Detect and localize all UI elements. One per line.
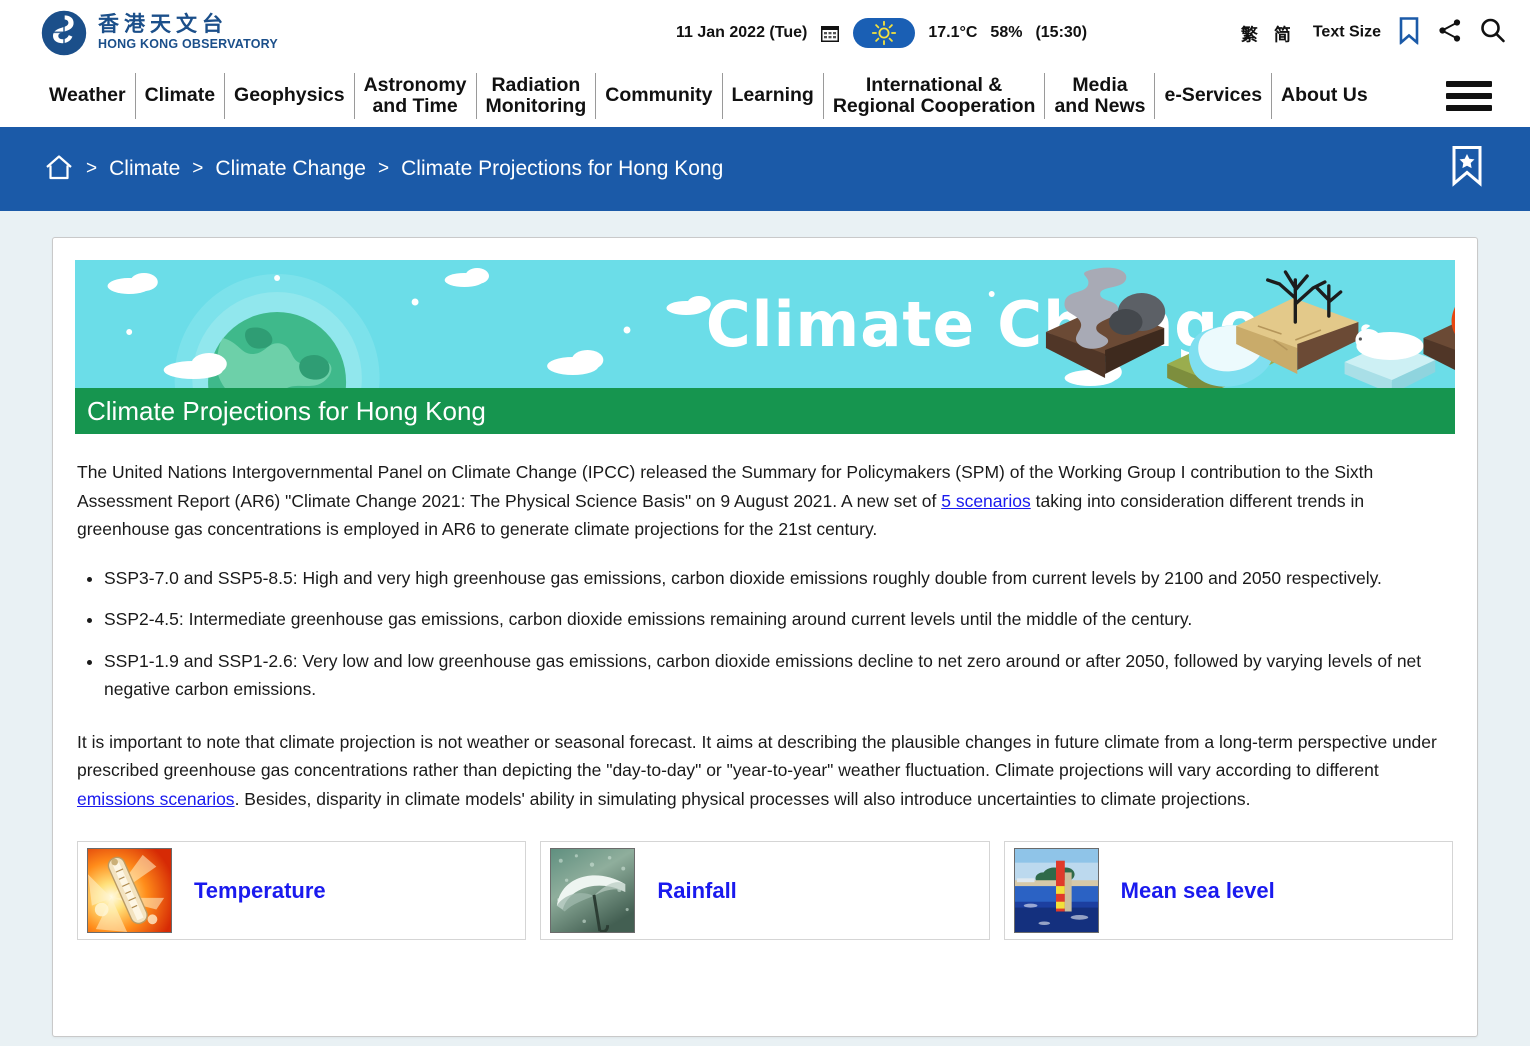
link-emissions-scenarios[interactable]: emissions scenarios xyxy=(77,789,235,809)
bookmark-icon[interactable] xyxy=(1397,16,1421,49)
climate-change-banner: Climate Change xyxy=(75,260,1455,388)
tile-rainfall[interactable]: Rainfall xyxy=(540,841,990,941)
tile-label-mean-sea-level: Mean sea level xyxy=(1120,877,1275,903)
share-icon[interactable] xyxy=(1437,17,1463,48)
link-5-scenarios[interactable]: 5 scenarios xyxy=(941,491,1031,511)
nav-item-radiation-monitoring[interactable]: Radiation Monitoring xyxy=(475,73,596,119)
tile-label-rainfall: Rainfall xyxy=(657,877,737,903)
tile-mean-sea-level[interactable]: Mean sea level xyxy=(1003,841,1453,941)
language-traditional-chinese[interactable]: 繁 xyxy=(1241,20,1258,45)
header-tools: 繁 简 Text Size xyxy=(1241,16,1506,49)
breadcrumb-item-climate[interactable]: Climate xyxy=(109,157,180,181)
breadcrumb: > Climate > Climate Change > Climate Pro… xyxy=(44,153,723,186)
svg-text:Climate Change: Climate Change xyxy=(706,289,1262,362)
language-simplified-chinese[interactable]: 简 xyxy=(1274,20,1291,45)
breadcrumb-item-current: Climate Projections for Hong Kong xyxy=(401,157,724,180)
tide-gauge-sea-thumbnail-icon xyxy=(1013,848,1099,934)
observation-time: (15:30) xyxy=(1035,23,1088,41)
nav-item-learning[interactable]: Learning xyxy=(721,73,823,119)
breadcrumb-bar: > Climate > Climate Change > Climate Pro… xyxy=(0,127,1530,211)
search-icon[interactable] xyxy=(1479,17,1506,49)
logo-english-name: HONG KONG OBSERVATORY xyxy=(98,37,278,52)
content-card: Climate Change Climate Projections for H… xyxy=(52,237,1478,1037)
nav-item-community[interactable]: Community xyxy=(595,73,721,119)
topic-tile-row: Temperature Rainfall Mean sea level xyxy=(77,841,1453,941)
hamburger-menu-icon[interactable] xyxy=(1446,75,1492,117)
list-item: SSP1-1.9 and SSP1-2.6: Very low and low … xyxy=(104,647,1453,704)
nav-item-media-and-news[interactable]: Media and News xyxy=(1044,73,1154,119)
note-text-part1: It is important to note that climate pro… xyxy=(77,731,1437,781)
intro-paragraph: The United Nations Intergovernmental Pan… xyxy=(77,458,1453,544)
tile-label-temperature: Temperature xyxy=(194,877,326,903)
current-temperature: 17.1°C xyxy=(928,23,978,41)
bookmark-star-icon[interactable] xyxy=(1450,146,1484,193)
hko-logo[interactable]: 香港天文台 HONG KONG OBSERVATORY xyxy=(40,9,278,57)
umbrella-rain-thumbnail-icon xyxy=(550,848,636,934)
tile-temperature[interactable]: Temperature xyxy=(77,841,527,941)
page-body: Climate Change Climate Projections for H… xyxy=(0,211,1530,1037)
page-title: Climate Projections for Hong Kong xyxy=(75,388,1455,434)
home-icon[interactable] xyxy=(44,153,74,186)
breadcrumb-item-climate-change[interactable]: Climate Change xyxy=(215,157,366,181)
breadcrumb-separator: > xyxy=(378,158,390,179)
nav-item-e-services[interactable]: e-Services xyxy=(1154,73,1271,119)
list-item: SSP3-7.0 and SSP5-8.5: High and very hig… xyxy=(104,564,1453,593)
scenario-list: SSP3-7.0 and SSP5-8.5: High and very hig… xyxy=(77,564,1453,704)
breadcrumb-separator: > xyxy=(86,158,98,179)
note-paragraph: It is important to note that climate pro… xyxy=(77,728,1453,814)
nav-item-list: Weather Climate Geophysics Astronomy and… xyxy=(40,73,1377,119)
current-date: 11 Jan 2022 (Tue) xyxy=(676,23,808,41)
site-header: 香港天文台 HONG KONG OBSERVATORY 11 Jan 2022 … xyxy=(0,0,1530,65)
sunny-icon xyxy=(872,20,897,45)
article-body: The United Nations Intergovernmental Pan… xyxy=(75,458,1455,941)
weather-condition-badge[interactable] xyxy=(853,17,916,48)
calendar-icon[interactable] xyxy=(820,23,840,43)
logo-chinese-name: 香港天文台 xyxy=(98,12,228,37)
banner-illustration-icon: Climate Change xyxy=(75,260,1455,388)
note-text-part2: . Besides, disparity in climate models' … xyxy=(234,788,1251,809)
nav-item-climate[interactable]: Climate xyxy=(134,73,224,119)
nav-item-astronomy-and-time[interactable]: Astronomy and Time xyxy=(353,73,476,119)
nav-item-international-and-regional-cooperation[interactable]: International & Regional Cooperation xyxy=(822,73,1045,119)
nav-item-geophysics[interactable]: Geophysics xyxy=(224,73,354,119)
current-humidity: 58% xyxy=(990,23,1023,41)
weather-summary: 11 Jan 2022 (Tue) 17.1°C 58% (15:30) xyxy=(676,17,1088,48)
main-navigation: Weather Climate Geophysics Astronomy and… xyxy=(0,65,1530,127)
text-size-button[interactable]: Text Size xyxy=(1313,24,1381,42)
list-item: SSP2-4.5: Intermediate greenhouse gas em… xyxy=(104,605,1453,634)
hko-swirl-logo-icon xyxy=(40,9,88,57)
thermometer-sun-thumbnail-icon xyxy=(87,848,172,934)
breadcrumb-separator: > xyxy=(192,158,204,179)
nav-item-weather[interactable]: Weather xyxy=(40,73,135,119)
nav-item-about-us[interactable]: About Us xyxy=(1271,73,1377,119)
